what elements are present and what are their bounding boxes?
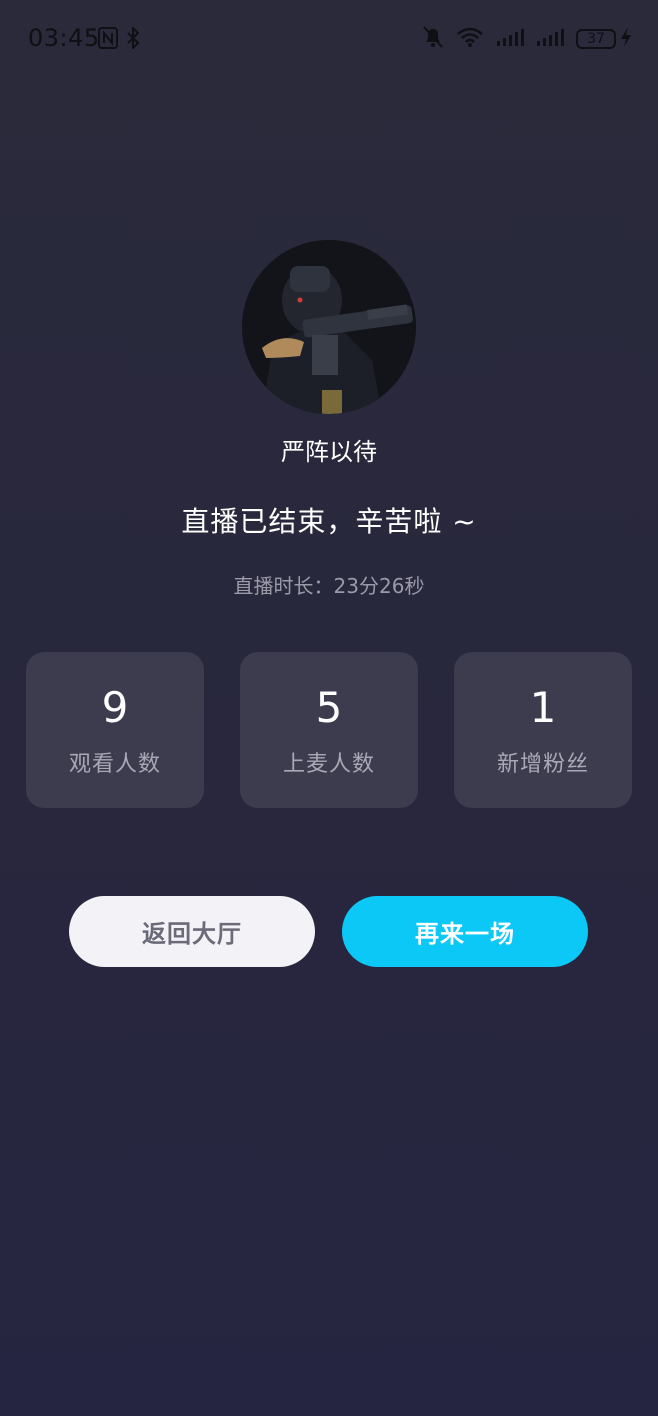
signal-icon-2	[536, 27, 564, 51]
status-time: 03:45	[28, 24, 100, 52]
stat-label: 新增粉丝	[496, 752, 589, 777]
battery-level: 37	[576, 29, 616, 49]
streamer-name: 严阵以待	[281, 438, 377, 466]
stream-duration: 直播时长：23分26秒	[233, 574, 425, 598]
stat-value: 5	[315, 683, 343, 732]
stat-label: 观看人数	[68, 752, 161, 777]
stat-card-new-fans: 1 新增粉丝	[454, 652, 632, 808]
avatar	[242, 240, 416, 414]
stats-row: 9 观看人数 5 上麦人数 1 新增粉丝	[26, 652, 632, 808]
charging-bolt-icon	[620, 26, 632, 52]
status-left-icons	[98, 25, 140, 53]
battery-indicator: 37	[576, 26, 632, 52]
bluetooth-icon	[126, 25, 140, 53]
wifi-icon	[456, 26, 484, 52]
stream-ended-headline: 直播已结束，辛苦啦 ~	[181, 505, 477, 538]
nfc-icon	[98, 27, 118, 53]
stat-value: 1	[529, 683, 557, 732]
status-right-icons: 37	[422, 25, 632, 53]
stat-card-viewers: 9 观看人数	[26, 652, 204, 808]
action-buttons: 返回大厅 再来一场	[69, 896, 588, 967]
back-to-lobby-button[interactable]: 返回大厅	[69, 896, 315, 967]
avatar-soldier-image	[242, 240, 416, 414]
start-again-button[interactable]: 再来一场	[342, 896, 588, 967]
stat-label: 上麦人数	[282, 752, 375, 777]
mute-bell-icon	[422, 25, 444, 53]
stat-value: 9	[101, 683, 129, 732]
status-bar: 03:45 37	[0, 0, 658, 80]
stat-card-mic-users: 5 上麦人数	[240, 652, 418, 808]
signal-icon-1	[496, 27, 524, 51]
